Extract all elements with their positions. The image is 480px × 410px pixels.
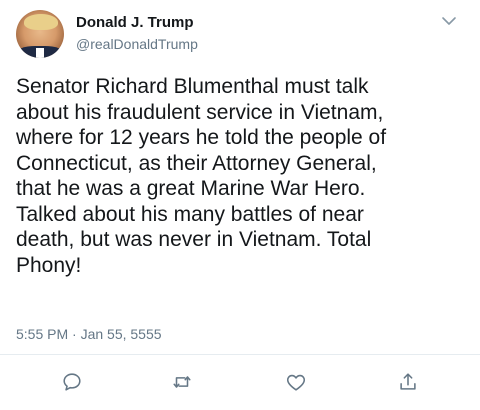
avatar[interactable] [16,10,64,58]
retweet-icon [173,376,191,388]
share-icon [400,373,416,390]
like-button[interactable] [284,370,308,394]
author-name[interactable]: Donald J. Trump [76,14,194,31]
author-handle[interactable]: @realDonaldTrump [76,36,198,52]
share-button[interactable] [396,370,420,394]
avatar-hair [24,14,58,30]
heart-icon [286,374,306,391]
chevron-down-icon[interactable] [440,14,458,28]
tweet-text: Senator Richard Blumenthal must talk abo… [16,75,387,277]
avatar-shirt [36,48,44,58]
reply-button[interactable] [60,370,84,394]
retweet-button[interactable] [170,370,194,394]
tweet-card: Donald J. Trump @realDonaldTrump Senator… [0,0,480,410]
tweet-timestamp[interactable]: 5:55 PM · Jan 55, 5555 [16,326,162,342]
divider [0,354,480,355]
reply-icon [63,373,81,391]
action-bar [0,370,480,400]
